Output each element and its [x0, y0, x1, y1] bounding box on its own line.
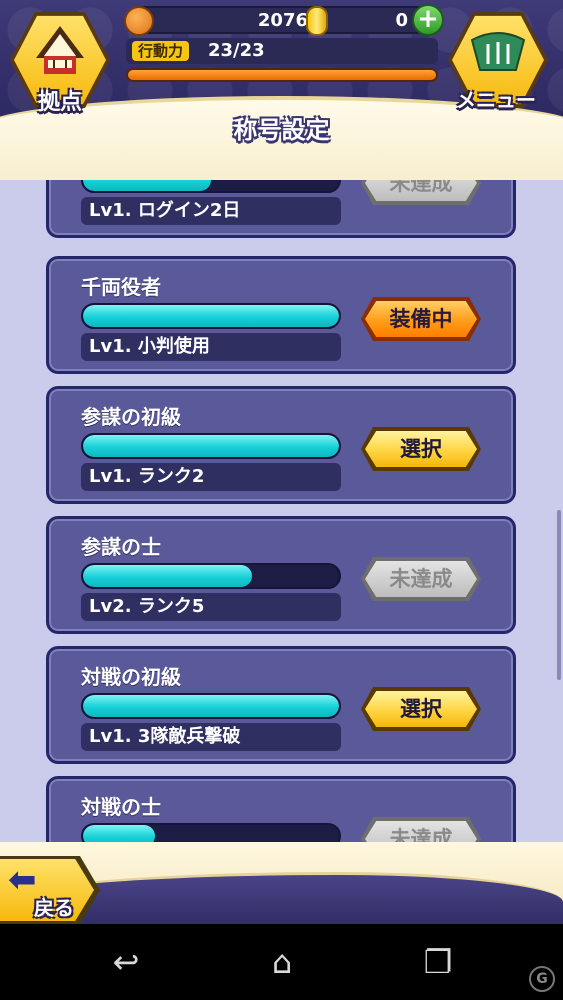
stamina-bar [126, 68, 438, 82]
house-icon [36, 26, 84, 74]
gold-count: 0 [395, 10, 408, 31]
title-card: 対戦の士 未達成 [46, 776, 516, 842]
watermark-logo: G [529, 966, 555, 992]
title-name: 参謀の士 [81, 535, 161, 559]
title-card[interactable]: 千両役者 Lv1. 小判使用 装備中 [46, 256, 516, 374]
back-button[interactable]: ⬅ 戻る [0, 856, 102, 924]
system-navbar: ↩ ⌂ ❐ G [0, 924, 563, 1000]
stamina-value: 23/23 [208, 40, 265, 61]
title-name: 対戦の士 [81, 795, 161, 819]
back-arrow-icon: ⬅ [8, 860, 37, 900]
not-achieved-button: 未達成 [361, 557, 481, 601]
progress-fill [83, 180, 211, 191]
title-name: 参謀の初級 [81, 405, 181, 429]
progress-fill [83, 565, 252, 587]
currency-bar: 2076 0 + [124, 4, 444, 36]
title-card: Lv1. ログイン2日 未達成 [46, 180, 516, 238]
title-card[interactable]: 参謀の初級 Lv1. ランク2 選択 [46, 386, 516, 504]
nav-recent-apps-icon[interactable]: ❐ [408, 938, 468, 986]
title-progress-bar [81, 433, 341, 459]
gold-koban-icon [306, 6, 328, 36]
equipped-button[interactable]: 装備中 [361, 297, 481, 341]
page-title: 称号設定 [233, 116, 330, 144]
select-button[interactable]: 選択 [361, 427, 481, 471]
nav-back-icon[interactable]: ↩ [96, 938, 156, 986]
not-achieved-button: 未達成 [361, 817, 481, 842]
stamina-fill [128, 70, 436, 80]
title-name: 対戦の初級 [81, 665, 181, 689]
title-name: 千両役者 [81, 275, 161, 299]
title-progress-bar [81, 563, 341, 589]
menu-button[interactable]: メニュー [444, 8, 552, 116]
title-card[interactable]: 対戦の初級 Lv1. 3隊敵兵撃破 選択 [46, 646, 516, 764]
title-requirement: Lv1. ログイン2日 [81, 197, 341, 225]
title-requirement: Lv1. 3隊敵兵撃破 [81, 723, 341, 751]
progress-fill [83, 435, 339, 457]
home-base-button[interactable]: 拠点 [6, 8, 114, 116]
back-label: 戻る [34, 896, 74, 920]
title-progress-bar [81, 180, 341, 193]
menu-label: メニュー [456, 88, 536, 112]
select-button[interactable]: 選択 [361, 687, 481, 731]
menu-fan-icon [470, 32, 526, 71]
title-requirement: Lv1. 小判使用 [81, 333, 341, 361]
title-requirement: Lv2. ランク5 [81, 593, 341, 621]
coin-count: 2076 [257, 10, 308, 31]
header: 拠点 2076 0 + 行動力 23/23 メニュー 称号設定 [0, 0, 563, 180]
stamina-row: 行動力 23/23 [126, 38, 438, 64]
title-progress-bar [81, 303, 341, 329]
title-list[interactable]: Lv1. ログイン2日 未達成 千両役者 Lv1. 小判使用 装備中 参謀の初級… [0, 180, 563, 842]
coin-icon [124, 6, 154, 36]
not-achieved-button: 未達成 [361, 180, 481, 205]
title-progress-bar [81, 693, 341, 719]
title-card: 参謀の士 Lv2. ランク5 未達成 [46, 516, 516, 634]
scrollbar[interactable] [557, 510, 561, 680]
progress-fill [83, 305, 339, 327]
stamina-label: 行動力 [132, 41, 190, 61]
add-currency-button[interactable]: + [412, 4, 444, 36]
nav-home-icon[interactable]: ⌂ [252, 938, 312, 986]
progress-fill [83, 825, 155, 842]
title-progress-bar [81, 823, 341, 842]
progress-fill [83, 695, 339, 717]
footer: ⬅ 戻る [0, 842, 563, 924]
title-requirement: Lv1. ランク2 [81, 463, 341, 491]
